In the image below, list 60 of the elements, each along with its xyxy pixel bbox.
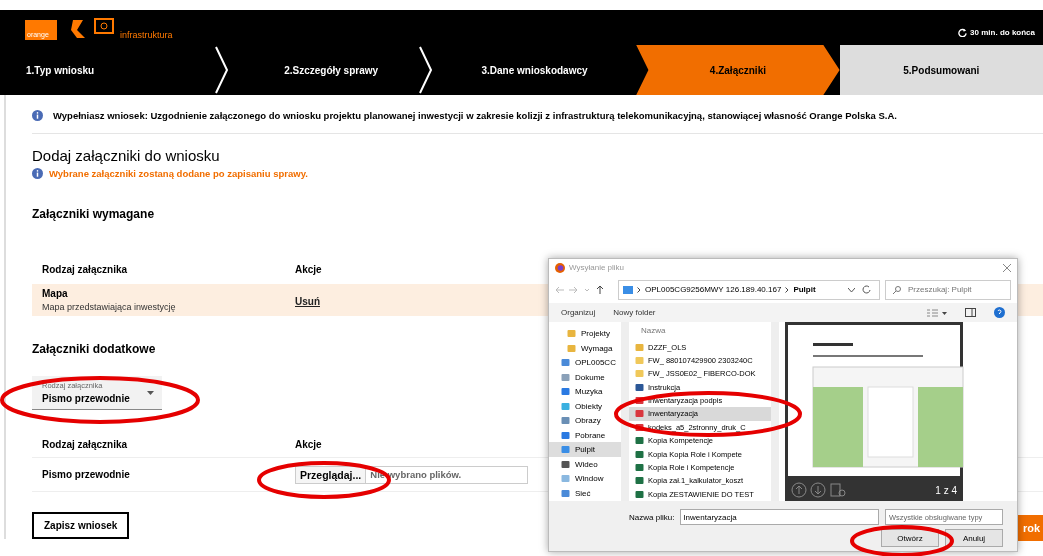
attachment-name: Mapa: [42, 288, 69, 299]
close-icon[interactable]: [1003, 263, 1011, 272]
column-header: Akcje: [295, 439, 323, 450]
nav-item[interactable]: Obrazy: [549, 413, 621, 428]
nav-item[interactable]: Window: [549, 471, 621, 486]
chevron-icon: [215, 45, 230, 95]
attachment-name: Pismo przewodnie: [42, 469, 131, 480]
info-text: Wypełniasz wniosek: Uzgodnienie załączonego do wniosku projektu planowanej inwestycji w zakresie kolizji z infrastrukturą telekomunikacyjną, stanowiącej własność Orange Polska S.A.: [53, 110, 897, 121]
step-tab[interactable]: 4.Załączniki: [636, 45, 840, 95]
chevron-separator-icon: [637, 286, 641, 293]
section-title: Załączniki wymagane: [32, 207, 155, 221]
refresh-icon: [958, 28, 968, 37]
column-header: Rodzaj załącznika: [42, 263, 129, 275]
help-icon[interactable]: [994, 307, 1005, 319]
nav-item[interactable]: Wymaga: [549, 340, 621, 356]
nav-item[interactable]: Muzyka: [549, 384, 621, 399]
page-title: Dodaj załączniki do wniosku: [32, 147, 220, 164]
column-header: Akcje: [295, 263, 323, 275]
preview-pane-icon[interactable]: [965, 308, 976, 318]
dialog-title: Wysyłanie pliku: [569, 263, 625, 273]
chevron-separator-icon: [785, 286, 790, 293]
toolbar-button[interactable]: Nowy folder: [613, 308, 656, 318]
info-icon: [32, 168, 43, 179]
step-tab[interactable]: 5.Podsumowani: [839, 45, 1043, 95]
remove-link[interactable]: Usuń: [295, 296, 320, 307]
nav-item[interactable]: Projekty: [549, 326, 621, 341]
session-timer: 30 min. do końca: [970, 28, 1035, 37]
nav-item[interactable]: Dokume: [549, 369, 621, 385]
path-segment[interactable]: Pulpit: [793, 285, 816, 295]
nav-item[interactable]: Wideo: [549, 456, 621, 472]
page-counter: 1 z 4: [935, 484, 957, 496]
column-header: Rodzaj załącznika: [42, 439, 129, 450]
chevron-icon: [418, 45, 433, 95]
browser-logo-icon: [555, 262, 565, 273]
view-options-icon[interactable]: [927, 308, 947, 317]
nav-item[interactable]: Pulpit: [549, 442, 621, 457]
path-segment[interactable]: OPL005CG9256MWY 126.189.40.167: [645, 285, 782, 295]
nav-item[interactable]: OPL005CC: [549, 355, 621, 370]
section-title: Załączniki dodatkowe: [32, 342, 156, 356]
dropdown-caret-icon: [147, 391, 154, 395]
attachment-description: Mapa przedstawiająca inwestycję: [42, 302, 177, 312]
filename-label: Nazwa pliku:: [629, 512, 675, 522]
search-field[interactable]: Przeszukaj: Pulpit: [885, 279, 1011, 300]
toolbar-button[interactable]: Organizuj: [561, 308, 596, 318]
nav-item[interactable]: Obiekty: [549, 398, 621, 414]
dialog-button[interactable]: Anuluj: [945, 529, 1003, 547]
column-header[interactable]: Nazwa: [629, 326, 771, 341]
info-icon: [32, 110, 43, 121]
filename-field[interactable]: Inwentaryzacja: [680, 509, 879, 525]
note-text: Wybrane załączniki zostaną dodane po zapisaniu sprawy.: [49, 168, 308, 179]
brand-logo-icon: [69, 18, 117, 40]
nav-item[interactable]: Sieć: [549, 485, 621, 501]
save-button[interactable]: Zapisz wniosek: [32, 512, 130, 539]
address-bar[interactable]: OPL005CG9256MWY 126.189.40.167 Pulpit: [618, 279, 880, 300]
dialog-button[interactable]: Otwórz: [881, 529, 939, 547]
nav-item[interactable]: Pobrane: [549, 427, 621, 443]
dropdown-caret-icon: [848, 287, 855, 292]
brand-name: infrastruktura: [120, 30, 173, 40]
page-navigation-icon[interactable]: [791, 482, 849, 498]
browse-button[interactable]: Przeglądaj...: [296, 466, 367, 483]
